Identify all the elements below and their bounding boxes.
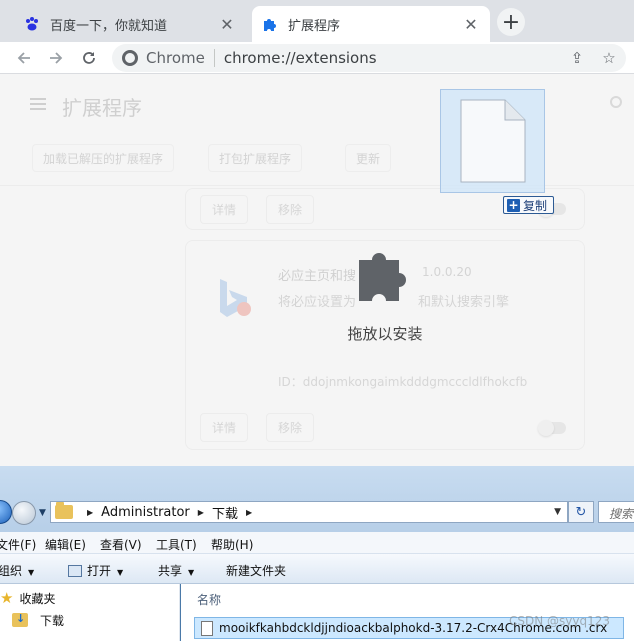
tab-close-icon[interactable]: ✕ xyxy=(218,15,236,34)
update-button[interactable]: 更新 xyxy=(345,144,392,172)
remove-button[interactable]: 移除 xyxy=(266,195,315,224)
caret-down-icon: ▼ xyxy=(117,568,124,577)
caret-down-icon: ▼ xyxy=(28,568,35,577)
bookmark-star-icon[interactable]: ☆ xyxy=(600,49,618,67)
breadcrumb-downloads[interactable]: 下载 xyxy=(212,503,238,522)
copy-label: 复制 xyxy=(523,198,548,213)
nav-item-label: 下载 xyxy=(40,613,65,628)
extension-name: 必应主页和搜 xyxy=(278,269,357,284)
menu-edit[interactable]: 编辑(E) xyxy=(45,536,86,553)
breadcrumb-arrow-icon[interactable]: ▶ xyxy=(198,508,204,517)
menu-help[interactable]: 帮助(H) xyxy=(211,536,253,553)
remove-button[interactable]: 移除 xyxy=(266,413,315,442)
back-arrow-icon[interactable] xyxy=(12,46,36,70)
open-button[interactable]: 打开 ▼ xyxy=(68,562,123,579)
puzzle-drop-icon xyxy=(359,253,406,301)
tab-strip: 百度一下，你就知道 ✕ 扩展程序 ✕ + xyxy=(0,0,634,42)
omnibox-divider xyxy=(213,49,215,67)
nav-item-downloads[interactable]: 下载 xyxy=(12,610,64,630)
plus-icon: + xyxy=(507,197,520,212)
breadcrumb-arrow-icon[interactable]: ▶ xyxy=(87,508,93,517)
star-icon: ★ xyxy=(0,589,14,607)
address-dropdown-icon[interactable]: ▼ xyxy=(554,507,561,517)
menu-file[interactable]: 文件(F) xyxy=(0,536,36,553)
extension-id: ID：ddojnmkongaimkdddgmcccldlfhokcfb xyxy=(278,375,528,389)
load-unpacked-button[interactable]: 加载已解压的扩展程序 xyxy=(32,144,175,172)
open-icon xyxy=(68,565,82,577)
caret-down-icon: ▼ xyxy=(188,568,195,577)
site-chip-label: Chrome xyxy=(146,49,205,67)
pack-extension-button[interactable]: 打包扩展程序 xyxy=(208,144,303,172)
share-label: 共享 xyxy=(158,564,183,578)
extension-version: 1.0.0.20 xyxy=(422,265,472,279)
chrome-window: 百度一下，你就知道 ✕ 扩展程序 ✕ + Chrome chrome://ext… xyxy=(0,0,634,466)
explorer-address-bar[interactable]: ▶ Administrator ▶ 下载 ▶ ▼ xyxy=(50,501,568,523)
bing-logo-icon xyxy=(220,279,251,317)
enable-toggle[interactable] xyxy=(538,420,566,436)
chrome-icon xyxy=(122,50,138,66)
tab-baidu[interactable]: 百度一下，你就知道 ✕ xyxy=(14,6,246,42)
copy-drag-tooltip: + 复制 xyxy=(503,196,554,214)
folder-icon xyxy=(55,502,73,519)
tab-title: 扩展程序 xyxy=(288,18,341,34)
explorer-menubar: 文件(F) 编辑(E) 查看(V) 工具(T) 帮助(H) xyxy=(0,532,634,554)
explorer-window: ▼ ▶ Administrator ▶ 下载 ▶ ▼ ↻ 搜索 文件(F) 编辑… xyxy=(0,466,634,641)
organize-label: 组织 xyxy=(0,564,23,578)
column-header-name[interactable]: 名称 xyxy=(197,591,221,608)
details-button[interactable]: 详情 xyxy=(200,195,249,224)
extension-description-tail: 和默认搜索引擎 xyxy=(418,295,510,310)
drag-file-ghost xyxy=(440,89,545,193)
url-text[interactable]: chrome://extensions xyxy=(224,49,377,67)
search-icon[interactable] xyxy=(610,96,622,108)
breadcrumb-administrator[interactable]: Administrator xyxy=(101,505,190,520)
share-icon[interactable]: ⇪ xyxy=(568,49,586,67)
new-folder-button[interactable]: 新建文件夹 xyxy=(226,562,286,579)
puzzle-icon xyxy=(262,16,278,32)
drop-to-install-label: 拖放以安装 xyxy=(347,325,423,343)
refresh-button[interactable]: ↻ xyxy=(568,501,594,523)
details-button[interactable]: 详情 xyxy=(200,413,249,442)
downloads-folder-icon xyxy=(12,612,28,627)
page-title: 扩展程序 xyxy=(62,96,142,120)
share-button[interactable]: 共享 ▼ xyxy=(158,562,194,579)
forward-arrow-icon[interactable] xyxy=(44,46,68,70)
file-list: 名称 mooikfkahbdckldjjndioackbalphokd-3.17… xyxy=(181,584,634,641)
menu-tools[interactable]: 工具(T) xyxy=(156,536,197,553)
baidu-paw-icon xyxy=(24,16,40,32)
document-icon xyxy=(460,99,526,183)
menu-view[interactable]: 查看(V) xyxy=(100,536,142,553)
address-bar[interactable]: Chrome chrome://extensions ⇪ ☆ xyxy=(112,44,626,72)
tab-title: 百度一下，你就知道 xyxy=(50,18,168,34)
extension-description: 将必应设置为 xyxy=(278,295,357,310)
breadcrumb-arrow-icon[interactable]: ▶ xyxy=(246,508,252,517)
explorer-command-bar: 组织 ▼ 打开 ▼ 共享 ▼ 新建文件夹 xyxy=(0,554,634,584)
forward-button[interactable] xyxy=(12,501,36,525)
browser-toolbar: Chrome chrome://extensions ⇪ ☆ xyxy=(0,42,634,74)
menu-icon[interactable] xyxy=(30,98,46,110)
history-dropdown-icon[interactable]: ▼ xyxy=(39,508,46,518)
back-button[interactable] xyxy=(0,500,12,524)
watermark: CSDN @syyq123 xyxy=(509,614,611,628)
navigation-pane: ★ 收藏夹 下载 xyxy=(0,584,180,641)
nav-item-label: 收藏夹 xyxy=(19,591,56,606)
tab-extensions[interactable]: 扩展程序 ✕ xyxy=(252,6,490,42)
nav-item-favorites[interactable]: ★ 收藏夹 xyxy=(0,588,55,608)
explorer-titlebar: ▼ ▶ Administrator ▶ 下载 ▶ ▼ ↻ 搜索 xyxy=(0,466,634,532)
tab-close-icon[interactable]: ✕ xyxy=(462,15,480,34)
new-tab-button[interactable]: + xyxy=(497,8,525,36)
reload-icon[interactable] xyxy=(77,46,101,70)
open-label: 打开 xyxy=(87,564,112,578)
file-icon xyxy=(201,620,213,636)
organize-button[interactable]: 组织 ▼ xyxy=(0,562,34,579)
explorer-search-input[interactable]: 搜索 xyxy=(598,501,634,523)
